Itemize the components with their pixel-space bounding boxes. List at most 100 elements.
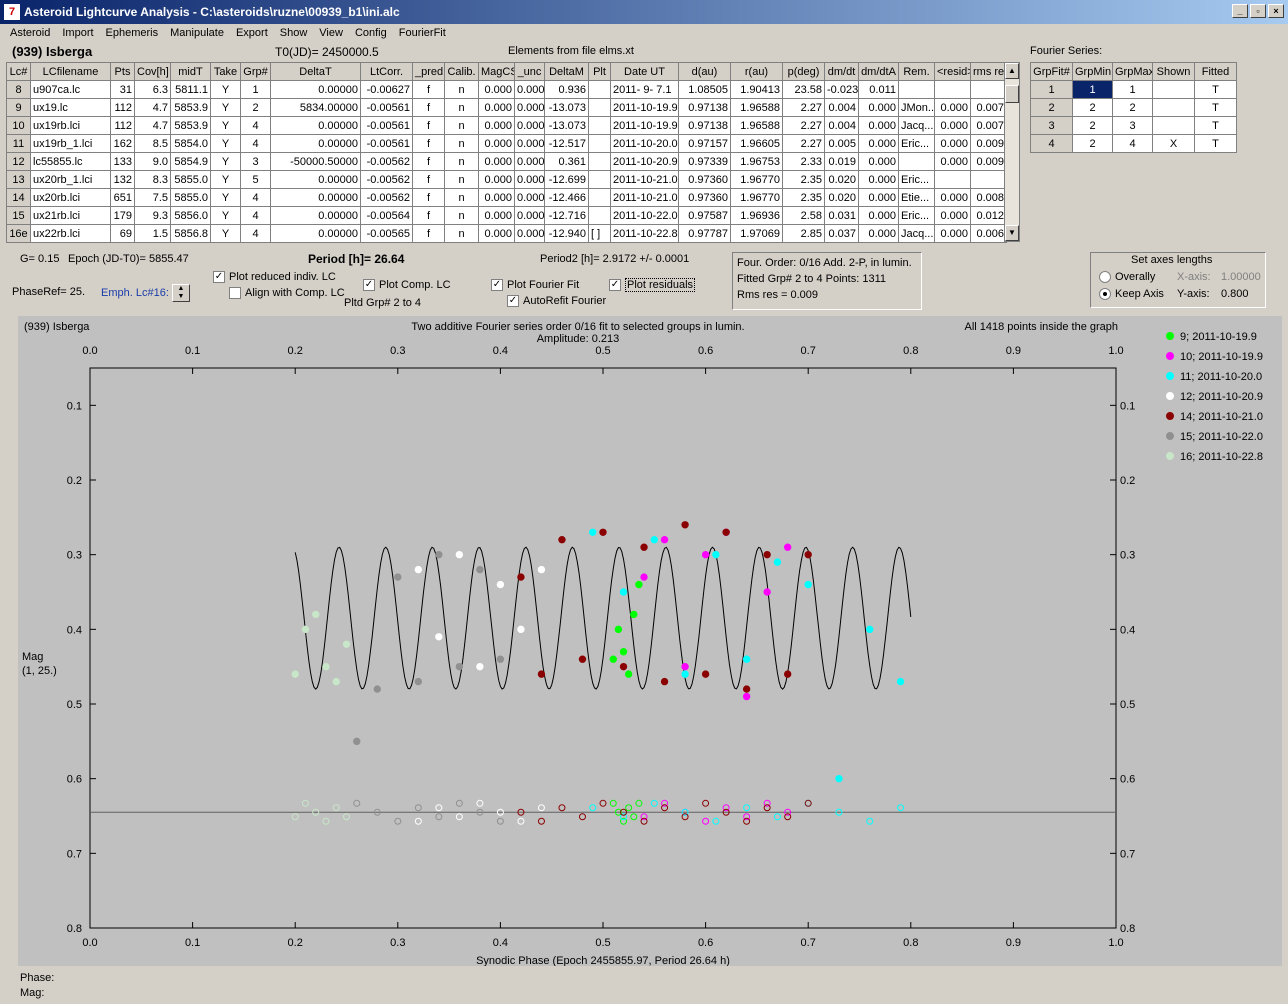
table-cell[interactable]: 0.00000	[270, 206, 361, 225]
table-cell[interactable]: Y	[210, 98, 241, 117]
table-cell[interactable]: 2011-10-21.0	[610, 170, 679, 189]
table-cell[interactable]: -13.073	[544, 98, 589, 117]
table-cell[interactable]: 2011-10-19.9	[610, 98, 679, 117]
table-cell[interactable]: 0.000	[858, 134, 899, 153]
table-cell[interactable]: 1.90413	[730, 80, 783, 99]
menu-fourierfit[interactable]: FourierFit	[393, 27, 452, 39]
fourier-cell[interactable]: 4	[1112, 134, 1153, 153]
table-cell[interactable]: n	[444, 116, 479, 135]
row-header[interactable]: 9	[6, 98, 31, 117]
table-cell[interactable]: 0.007	[970, 98, 1007, 117]
menu-export[interactable]: Export	[230, 27, 274, 39]
table-cell[interactable]: 0.000	[478, 80, 515, 99]
scroll-thumb[interactable]	[1005, 85, 1019, 103]
table-scrollbar[interactable]: ▲ ▼	[1004, 62, 1020, 242]
table-cell[interactable]: 2011-10-19.9	[610, 116, 679, 135]
table-cell[interactable]: 4	[240, 116, 271, 135]
fourier-cell[interactable]: 1	[1112, 80, 1153, 99]
table-cell[interactable]	[970, 80, 1007, 99]
column-header[interactable]: Calib.	[444, 62, 479, 81]
fourier-cell[interactable]: 3	[1112, 116, 1153, 135]
table-cell[interactable]: 9.0	[134, 152, 171, 171]
table-cell[interactable]: 4	[240, 134, 271, 153]
align-checkbox[interactable]: Align with Comp. LC	[229, 287, 345, 300]
table-cell[interactable]: 0.000	[934, 152, 971, 171]
table-cell[interactable]: 1.08505	[678, 80, 731, 99]
y-axis-value[interactable]: 0.800	[1221, 288, 1249, 300]
table-cell[interactable]: 8.3	[134, 170, 171, 189]
column-header[interactable]: rms res	[970, 62, 1007, 81]
fourier-cell[interactable]: 2	[1072, 98, 1113, 117]
table-cell[interactable]: 23.58	[782, 80, 825, 99]
table-cell[interactable]: 1.96753	[730, 152, 783, 171]
column-header[interactable]: LtCorr.	[360, 62, 413, 81]
table-cell[interactable]: u907ca.lc	[30, 80, 111, 99]
table-cell[interactable]: 5853.9	[170, 116, 211, 135]
table-cell[interactable]: 162	[110, 134, 135, 153]
scroll-down-icon[interactable]: ▼	[1005, 225, 1019, 241]
table-cell[interactable]: 0.000	[478, 170, 515, 189]
chart-svg[interactable]: (939) Isberga Two additive Fourier series…	[18, 316, 1282, 967]
table-cell[interactable]: 0.000	[858, 224, 899, 243]
table-cell[interactable]: 0.00000	[270, 116, 361, 135]
table-cell[interactable]: Y	[210, 170, 241, 189]
table-cell[interactable]: n	[444, 170, 479, 189]
table-row[interactable]: 13 ux20rb_1.lci 132 8.3 5855.0 Y 5 0.00000 -0.00…	[6, 170, 1007, 189]
menu-ephemeris[interactable]: Ephemeris	[100, 27, 165, 39]
table-row[interactable]: 10 ux19rb.lci 112 4.7 5853.9 Y 4 0.00000 -0.0056…	[6, 116, 1007, 135]
column-header[interactable]: <resid>	[934, 62, 971, 81]
table-cell[interactable]	[588, 206, 611, 225]
table-cell[interactable]: 0.009	[970, 134, 1007, 153]
column-header[interactable]: _pred	[412, 62, 445, 81]
table-cell[interactable]: 0.00000	[270, 170, 361, 189]
table-cell[interactable]: -12.517	[544, 134, 589, 153]
table-cell[interactable]: 1	[240, 80, 271, 99]
table-cell[interactable]: 0.00000	[270, 188, 361, 207]
table-cell[interactable]: Y	[210, 134, 241, 153]
table-cell[interactable]: -0.00561	[360, 98, 413, 117]
table-cell[interactable]: -0.00561	[360, 116, 413, 135]
table-cell[interactable]: 0.000	[478, 134, 515, 153]
table-cell[interactable]: ux19rb_1.lci	[30, 134, 111, 153]
overally-radio[interactable]: Overally	[1099, 271, 1155, 284]
table-cell[interactable]: 0.020	[824, 170, 859, 189]
table-cell[interactable]: 0.000	[514, 134, 545, 153]
table-cell[interactable]: 4	[240, 206, 271, 225]
table-cell[interactable]: 0.011	[858, 80, 899, 99]
menu-import[interactable]: Import	[56, 27, 99, 39]
fourier-cell[interactable]	[1152, 116, 1195, 135]
column-header[interactable]: Cov[h]	[134, 62, 171, 81]
table-cell[interactable]: 0.000	[514, 98, 545, 117]
table-cell[interactable]: 0.000	[934, 188, 971, 207]
table-row[interactable]: 15 ux21rb.lci 179 9.3 5856.0 Y 4 0.00000 -0.0056…	[6, 206, 1007, 225]
table-cell[interactable]: 0.012	[970, 206, 1007, 225]
table-cell[interactable]: 0.97339	[678, 152, 731, 171]
column-header[interactable]: _unc	[514, 62, 545, 81]
table-cell[interactable]: ux21rb.lci	[30, 206, 111, 225]
table-cell[interactable]: 0.97138	[678, 98, 731, 117]
table-cell[interactable]: 0.000	[858, 170, 899, 189]
row-header[interactable]: 14	[6, 188, 31, 207]
table-cell[interactable]: 0.97587	[678, 206, 731, 225]
table-cell[interactable]: 0.000	[514, 206, 545, 225]
table-cell[interactable]: 5854.0	[170, 134, 211, 153]
table-cell[interactable]: 0.000	[514, 152, 545, 171]
scroll-up-icon[interactable]: ▲	[1005, 63, 1019, 79]
table-cell[interactable]: 0.936	[544, 80, 589, 99]
table-cell[interactable]: n	[444, 188, 479, 207]
table-cell[interactable]: 112	[110, 116, 135, 135]
table-cell[interactable]: 0.000	[934, 206, 971, 225]
table-cell[interactable]: -0.00565	[360, 224, 413, 243]
table-cell[interactable]: 0.00000	[270, 80, 361, 99]
table-cell[interactable]: f	[412, 116, 445, 135]
table-cell[interactable]: 0.000	[858, 116, 899, 135]
table-cell[interactable]: 112	[110, 98, 135, 117]
table-row[interactable]: 11 ux19rb_1.lci 162 8.5 5854.0 Y 4 0.00000 -0.00…	[6, 134, 1007, 153]
table-cell[interactable]: 0.006	[970, 224, 1007, 243]
table-cell[interactable]: f	[412, 188, 445, 207]
table-cell[interactable]: n	[444, 80, 479, 99]
fourier-row[interactable]: 222T	[1030, 98, 1237, 117]
table-cell[interactable]: f	[412, 134, 445, 153]
table-cell[interactable]: Etie...	[898, 188, 935, 207]
table-cell[interactable]	[588, 170, 611, 189]
